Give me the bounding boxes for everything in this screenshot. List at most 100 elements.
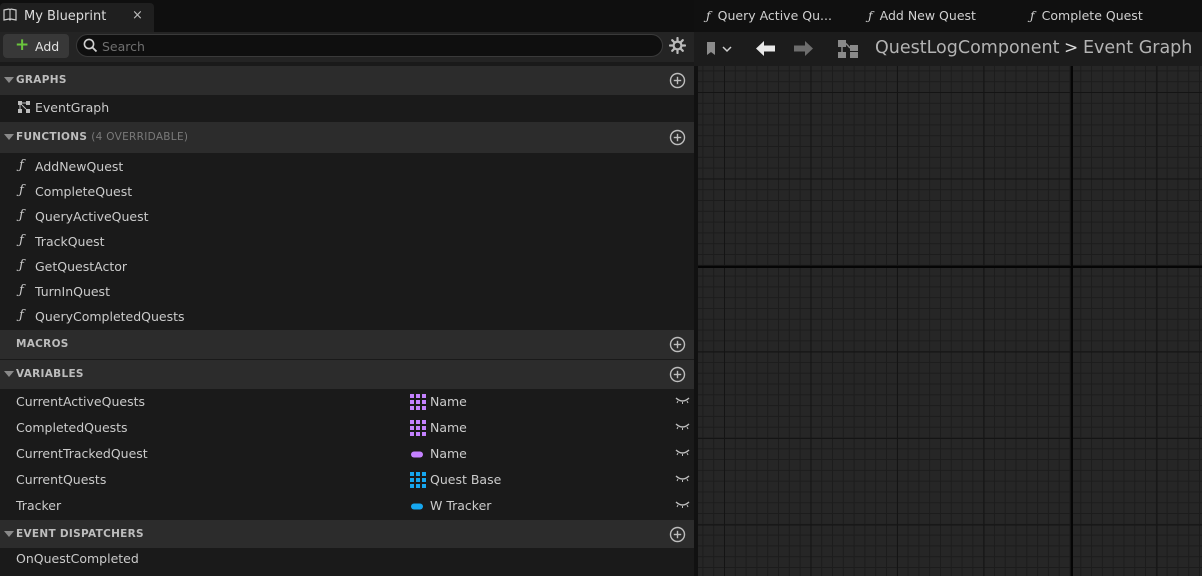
variable-name: CurrentActiveQuests	[16, 394, 145, 409]
function-icon: ƒ	[19, 183, 24, 198]
arrow-left-icon[interactable]	[755, 40, 776, 57]
function-icon: ƒ	[19, 258, 24, 273]
arrow-right-icon[interactable]	[793, 40, 814, 57]
graph-tab[interactable]: ƒ Query Active Qu...	[706, 8, 832, 23]
eye-closed-icon[interactable]	[675, 500, 690, 509]
function-item[interactable]: ƒ GetQuestActor	[0, 254, 694, 279]
variable-type: W Tracker	[430, 498, 492, 513]
search-input[interactable]	[102, 38, 642, 54]
eye-closed-icon[interactable]	[675, 396, 690, 405]
event-dispatcher-label: OnQuestCompleted	[16, 551, 139, 566]
add-button[interactable]: + Add	[3, 34, 69, 58]
collapse-triangle-icon[interactable]	[4, 531, 14, 537]
bookmark-icon[interactable]	[706, 42, 732, 56]
function-item[interactable]: ƒ QueryCompletedQuests	[0, 304, 694, 329]
single-type-icon	[411, 503, 423, 510]
gear-icon[interactable]	[669, 37, 686, 54]
graph-tab-label: Add New Quest	[879, 8, 976, 23]
graph-item-label: EventGraph	[35, 100, 110, 115]
function-label: GetQuestActor	[35, 259, 128, 274]
variable-name: CompletedQuests	[16, 420, 128, 435]
variable-type: Name	[430, 446, 467, 461]
variable-row[interactable]: CompletedQuests Name	[0, 415, 694, 440]
collapse-triangle-icon[interactable]	[4, 371, 14, 377]
variable-type: Quest Base	[430, 472, 502, 487]
add-function-icon[interactable]	[669, 129, 686, 146]
graph-navigation-bar: QuestLogComponent > Event Graph	[694, 32, 1202, 66]
function-icon: ƒ	[706, 8, 711, 23]
function-icon: ƒ	[19, 283, 24, 298]
add-event-dispatcher-icon[interactable]	[669, 526, 686, 543]
variables-section-header[interactable]: VARIABLES	[0, 360, 694, 389]
eye-closed-icon[interactable]	[675, 448, 690, 457]
breadcrumb-component[interactable]: QuestLogComponent	[875, 38, 1059, 58]
array-type-icon	[410, 420, 426, 436]
function-icon: ƒ	[868, 8, 873, 23]
function-icon: ƒ	[19, 308, 24, 323]
graph-item-eventgraph[interactable]: EventGraph	[0, 95, 694, 120]
array-type-icon	[410, 472, 426, 488]
functions-title: FUNCTIONS	[16, 131, 88, 143]
function-label: QueryActiveQuest	[35, 209, 149, 224]
search-box[interactable]	[76, 34, 663, 57]
function-item[interactable]: ƒ TurnInQuest	[0, 279, 694, 304]
eye-closed-icon[interactable]	[675, 474, 690, 483]
variable-row[interactable]: CurrentActiveQuests Name	[0, 389, 694, 414]
graph-canvas[interactable]	[694, 66, 1202, 576]
graph-editor-panel: ƒ Query Active Qu... ƒ Add New Quest ƒ Comp…	[694, 0, 1202, 576]
plus-icon: +	[15, 35, 30, 55]
graph-tab-bar: ƒ Query Active Qu... ƒ Add New Quest ƒ Comp…	[694, 0, 1202, 32]
my-blueprint-panel: My Blueprint × + Add Search GRAPHS Event…	[0, 0, 694, 576]
variable-row[interactable]: CurrentTrackedQuest Name	[0, 441, 694, 466]
graph-tab-label: Query Active Qu...	[717, 8, 832, 23]
hierarchy-icon[interactable]	[837, 39, 860, 59]
canvas-edge	[694, 66, 698, 576]
collapse-triangle-icon[interactable]	[4, 134, 14, 140]
function-icon: ƒ	[19, 208, 24, 223]
tab-title: My Blueprint	[24, 9, 107, 24]
function-item[interactable]: ƒ AddNewQuest	[0, 154, 694, 179]
functions-section-header[interactable]: FUNCTIONS (4 OVERRIDABLE)	[0, 122, 694, 153]
function-label: TurnInQuest	[35, 284, 110, 299]
grid-origin-horizontal	[698, 266, 1202, 268]
section-title: FUNCTIONS (4 OVERRIDABLE)	[16, 131, 188, 143]
function-icon: ƒ	[19, 158, 24, 173]
my-blueprint-tab[interactable]: My Blueprint ×	[0, 3, 154, 32]
breadcrumb-graph[interactable]: Event Graph	[1083, 38, 1192, 58]
functions-subtitle: (4 OVERRIDABLE)	[91, 131, 189, 143]
function-item[interactable]: ƒ CompleteQuest	[0, 179, 694, 204]
variable-name: CurrentTrackedQuest	[16, 446, 148, 461]
search-icon	[83, 38, 98, 53]
add-macro-icon[interactable]	[669, 336, 686, 353]
macros-section-header[interactable]: MACROS	[0, 330, 694, 359]
event-dispatcher-item[interactable]: OnQuestCompleted	[0, 547, 694, 572]
variable-name: CurrentQuests	[16, 472, 107, 487]
function-label: TrackQuest	[35, 234, 105, 249]
graphs-section-header[interactable]: GRAPHS	[0, 66, 694, 95]
eye-closed-icon[interactable]	[675, 422, 690, 431]
function-icon: ƒ	[1030, 8, 1035, 23]
section-title: GRAPHS	[16, 74, 67, 86]
book-icon	[3, 8, 17, 21]
variable-type: Name	[430, 420, 467, 435]
variable-name: Tracker	[16, 498, 62, 513]
event-dispatchers-section-header[interactable]: EVENT DISPATCHERS	[0, 520, 694, 548]
collapse-triangle-icon[interactable]	[4, 77, 14, 83]
section-title: MACROS	[16, 338, 69, 350]
variable-row[interactable]: Tracker W Tracker	[0, 493, 694, 518]
single-type-icon	[411, 451, 423, 458]
function-item[interactable]: ƒ TrackQuest	[0, 229, 694, 254]
add-variable-icon[interactable]	[669, 366, 686, 383]
function-label: AddNewQuest	[35, 159, 124, 174]
add-graph-icon[interactable]	[669, 72, 686, 89]
add-button-label: Add	[35, 39, 60, 54]
section-title: EVENT DISPATCHERS	[16, 528, 144, 540]
close-icon[interactable]: ×	[132, 8, 143, 23]
variable-type: Name	[430, 394, 467, 409]
graph-tab[interactable]: ƒ Add New Quest	[868, 8, 976, 23]
graph-tab[interactable]: ƒ Complete Quest	[1030, 8, 1143, 23]
function-icon: ƒ	[19, 233, 24, 248]
blueprint-toolbar: + Add	[0, 32, 694, 62]
variable-row[interactable]: CurrentQuests Quest Base	[0, 467, 694, 492]
function-item[interactable]: ƒ QueryActiveQuest	[0, 204, 694, 229]
